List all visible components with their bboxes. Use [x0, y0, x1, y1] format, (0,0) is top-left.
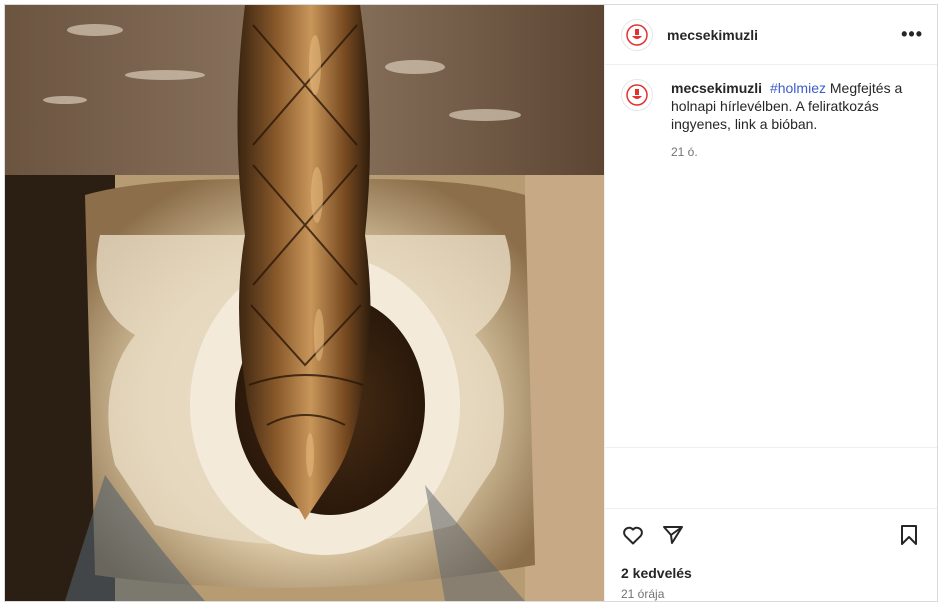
post-header: mecsekimuzli ••• — [605, 5, 937, 65]
more-options-icon[interactable]: ••• — [901, 24, 923, 45]
caption-avatar[interactable] — [621, 79, 653, 111]
paper-plane-icon[interactable] — [661, 523, 685, 547]
bookmark-icon[interactable] — [897, 523, 921, 547]
post-sidebar: mecsekimuzli ••• mecsekimuzli #holmiez M… — [604, 5, 937, 601]
divider-section — [605, 448, 937, 509]
mecsek-logo-icon — [626, 23, 648, 46]
comments-area: mecsekimuzli #holmiez Megfejtés a holnap… — [605, 65, 937, 448]
mecsek-logo-icon — [626, 84, 648, 106]
post-dialog: mecsekimuzli ••• mecsekimuzli #holmiez M… — [4, 4, 938, 602]
caption-text: mecsekimuzli #holmiez Megfejtés a holnap… — [671, 79, 921, 133]
heart-icon[interactable] — [621, 523, 645, 547]
caption-username[interactable]: mecsekimuzli — [671, 80, 762, 96]
post-timestamp[interactable]: 21 órája — [605, 581, 937, 601]
likes-count[interactable]: 2 kedvelés — [605, 561, 937, 581]
post-image[interactable] — [5, 5, 604, 601]
header-username[interactable]: mecsekimuzli — [667, 27, 758, 43]
bronze-handle-photo — [5, 5, 604, 601]
caption: mecsekimuzli #holmiez Megfejtés a holnap… — [621, 79, 921, 159]
action-bar — [605, 509, 937, 561]
avatar[interactable] — [621, 18, 653, 51]
hashtag-link[interactable]: #holmiez — [770, 80, 826, 96]
caption-time[interactable]: 21 ó. — [671, 145, 921, 159]
